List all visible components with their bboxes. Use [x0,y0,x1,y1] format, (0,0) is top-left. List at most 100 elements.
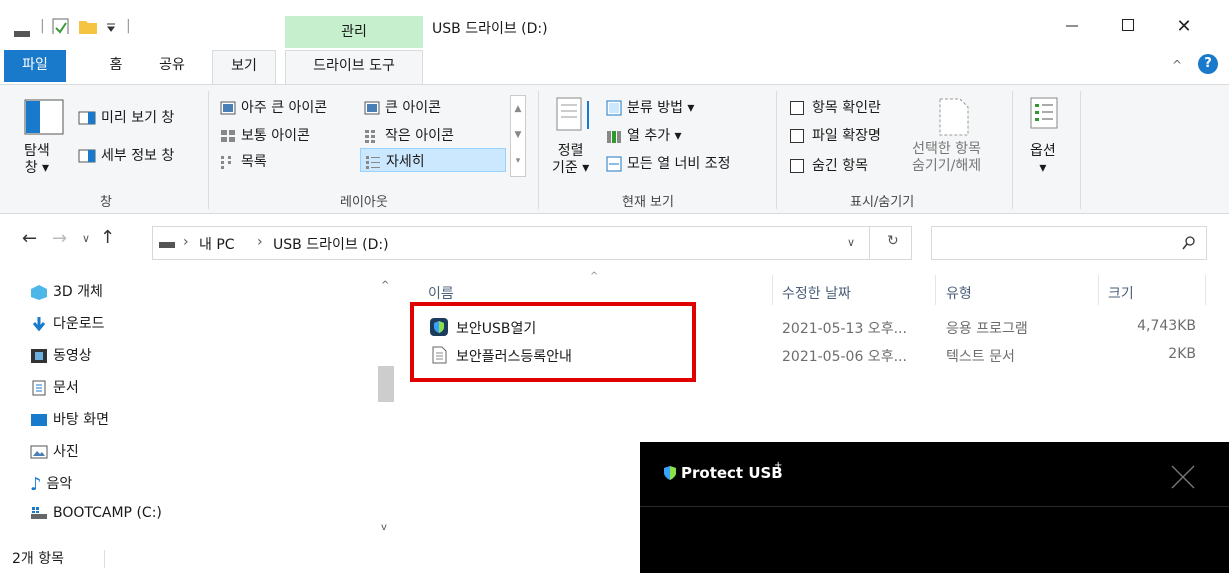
nav-item-pictures[interactable]: 사진 [30,441,79,461]
divider [640,506,1229,507]
recent-locations-icon[interactable]: ∨ [82,232,90,245]
hidden-items-checkbox[interactable] [790,159,804,173]
nav-item-label: 다운로드 [53,316,105,332]
hidden-items-toggle[interactable]: 숨긴 항목 [790,155,868,175]
medium-icons-label: 보통 아이콘 [241,128,310,144]
drive-icon [159,242,175,248]
forward-arrow-icon[interactable]: → [52,228,67,249]
nav-scrollbar[interactable]: ^ v [376,276,396,540]
breadcrumb-pc[interactable]: 내 PC [199,234,235,254]
scroll-down-icon[interactable]: v [381,522,387,533]
sort-by-button[interactable]: 정렬 기준 ▾ [552,143,589,177]
nav-item-music[interactable]: ♪ 음악 [30,473,72,495]
help-icon[interactable]: ? [1198,54,1218,74]
customize-toolbar-icon[interactable] [104,20,118,36]
minimize-button[interactable] [1052,12,1092,42]
new-folder-icon[interactable] [78,18,98,34]
close-icon: ✕ [1176,16,1192,37]
highlight-box [410,302,696,382]
nav-item-videos[interactable]: 동영상 [30,345,92,365]
add-column-button[interactable]: 열 추가 ▾ [606,125,682,145]
divider [208,91,209,209]
layout-list[interactable]: 목록 [220,151,267,171]
breadcrumb-drive[interactable]: USB 드라이브 (D:) [273,234,389,254]
manage-tab[interactable]: 관리 [285,16,423,48]
group-by-button[interactable]: 분류 방법 ▾ [606,97,694,117]
close-icon[interactable] [1170,464,1196,490]
column-header-size[interactable]: 크기 [1108,283,1134,303]
layout-extra-large-icons[interactable]: 아주 큰 아이콘 [220,97,327,117]
nav-item-desktop[interactable]: 바탕 화면 [30,409,109,429]
collapse-ribbon-icon[interactable]: ^ [1172,58,1182,72]
scroll-up-icon[interactable]: ^ [381,280,389,291]
layout-details[interactable]: 자세히 [360,148,506,172]
nav-item-3d-objects[interactable]: 3D 개체 [30,281,103,301]
file-extensions-toggle[interactable]: 파일 확장명 [790,125,881,145]
search-input[interactable] [936,231,1166,255]
hide-selected-icon[interactable] [938,97,972,137]
breadcrumb-chevron-icon[interactable]: › [257,234,263,250]
item-checkboxes-toggle[interactable]: 항목 확인란 [790,97,881,117]
address-bar[interactable]: › 내 PC › USB 드라이브 (D:) ∨ ↻ [152,226,912,260]
preview-pane-button[interactable]: 미리 보기 창 [78,107,174,127]
nav-item-downloads[interactable]: 다운로드 [30,313,105,333]
details-pane-label: 세부 정보 창 [101,148,175,164]
divider[interactable] [1205,275,1206,305]
file-modified: 2021-05-06 오후... [782,349,907,365]
add-column-label: 열 추가 ▾ [627,128,682,144]
item-checkboxes-checkbox[interactable] [790,101,804,115]
column-header-type[interactable]: 유형 [946,283,972,303]
shield-icon [664,466,676,480]
hide-selected-button[interactable]: 선택한 항목 숨기기/해제 [912,141,981,175]
details-pane-button[interactable]: 세부 정보 창 [78,145,174,165]
properties-icon[interactable] [52,18,70,34]
layout-scroll[interactable]: ▲ ▼ ▾ [510,95,526,177]
divider[interactable] [1098,275,1099,305]
search-icon [1182,236,1195,250]
navigation-pane-icon[interactable] [24,99,64,135]
layout-large-icons[interactable]: 큰 아이콘 [364,97,441,117]
tab-file[interactable]: 파일 [4,50,66,82]
options-icon[interactable] [1030,97,1060,133]
drive-icon[interactable] [14,28,32,44]
windows-drive-icon [31,507,47,519]
close-button[interactable]: ✕ [1164,12,1204,42]
list-label: 목록 [241,154,267,170]
breadcrumb-chevron-icon[interactable]: › [183,234,189,250]
up-arrow-icon[interactable]: ↑ [100,227,115,248]
nav-item-bootcamp[interactable]: BOOTCAMP (C:) [30,505,162,521]
options-button[interactable]: 옵션 ▾ [1030,143,1056,177]
popup-title: Protect USB [681,464,783,482]
group-label-layout: 레이아웃 [340,195,388,210]
file-extensions-label: 파일 확장명 [812,128,881,144]
protect-usb-window[interactable]: Protect USB + [640,442,1229,573]
column-header-name[interactable]: 이름 [428,283,454,303]
document-icon [32,380,46,396]
tab-home[interactable]: 홈 [96,50,136,82]
tab-drive-tools[interactable]: 드라이브 도구 [285,50,423,84]
layout-medium-icons[interactable]: 보통 아이콘 [220,125,310,145]
ribbon: 탐색 창 ▾ 미리 보기 창 세부 정보 창 창 아주 큰 아이콘 큰 아이콘 … [0,84,1229,214]
tab-share[interactable]: 공유 [150,50,194,82]
back-arrow-icon[interactable]: ← [22,228,37,249]
divider[interactable] [935,275,936,305]
layout-small-icons[interactable]: 작은 아이콘 [364,125,454,145]
file-extensions-checkbox[interactable] [790,129,804,143]
column-header-modified[interactable]: 수정한 날짜 [782,283,851,303]
navigation-pane-button[interactable]: 탐색 창 ▾ [24,143,50,177]
nav-item-label: 바탕 화면 [53,412,109,428]
nav-item-documents[interactable]: 문서 [30,377,79,397]
small-icons-icon [365,130,375,143]
search-box[interactable] [931,226,1207,260]
scroll-thumb[interactable] [378,366,394,402]
size-all-columns-button[interactable]: 모든 열 너비 조정 [606,153,731,173]
tab-view[interactable]: 보기 [212,50,276,84]
extra-large-icons-label: 아주 큰 아이콘 [241,100,328,116]
address-dropdown-icon[interactable]: ∨ [847,236,855,249]
refresh-icon[interactable]: ↻ [887,233,899,249]
file-type: 텍스트 문서 [946,349,1015,365]
divider[interactable] [772,275,773,305]
maximize-button[interactable] [1108,12,1148,42]
sort-by-icon[interactable] [556,97,596,133]
nav-item-label: 문서 [53,380,79,396]
